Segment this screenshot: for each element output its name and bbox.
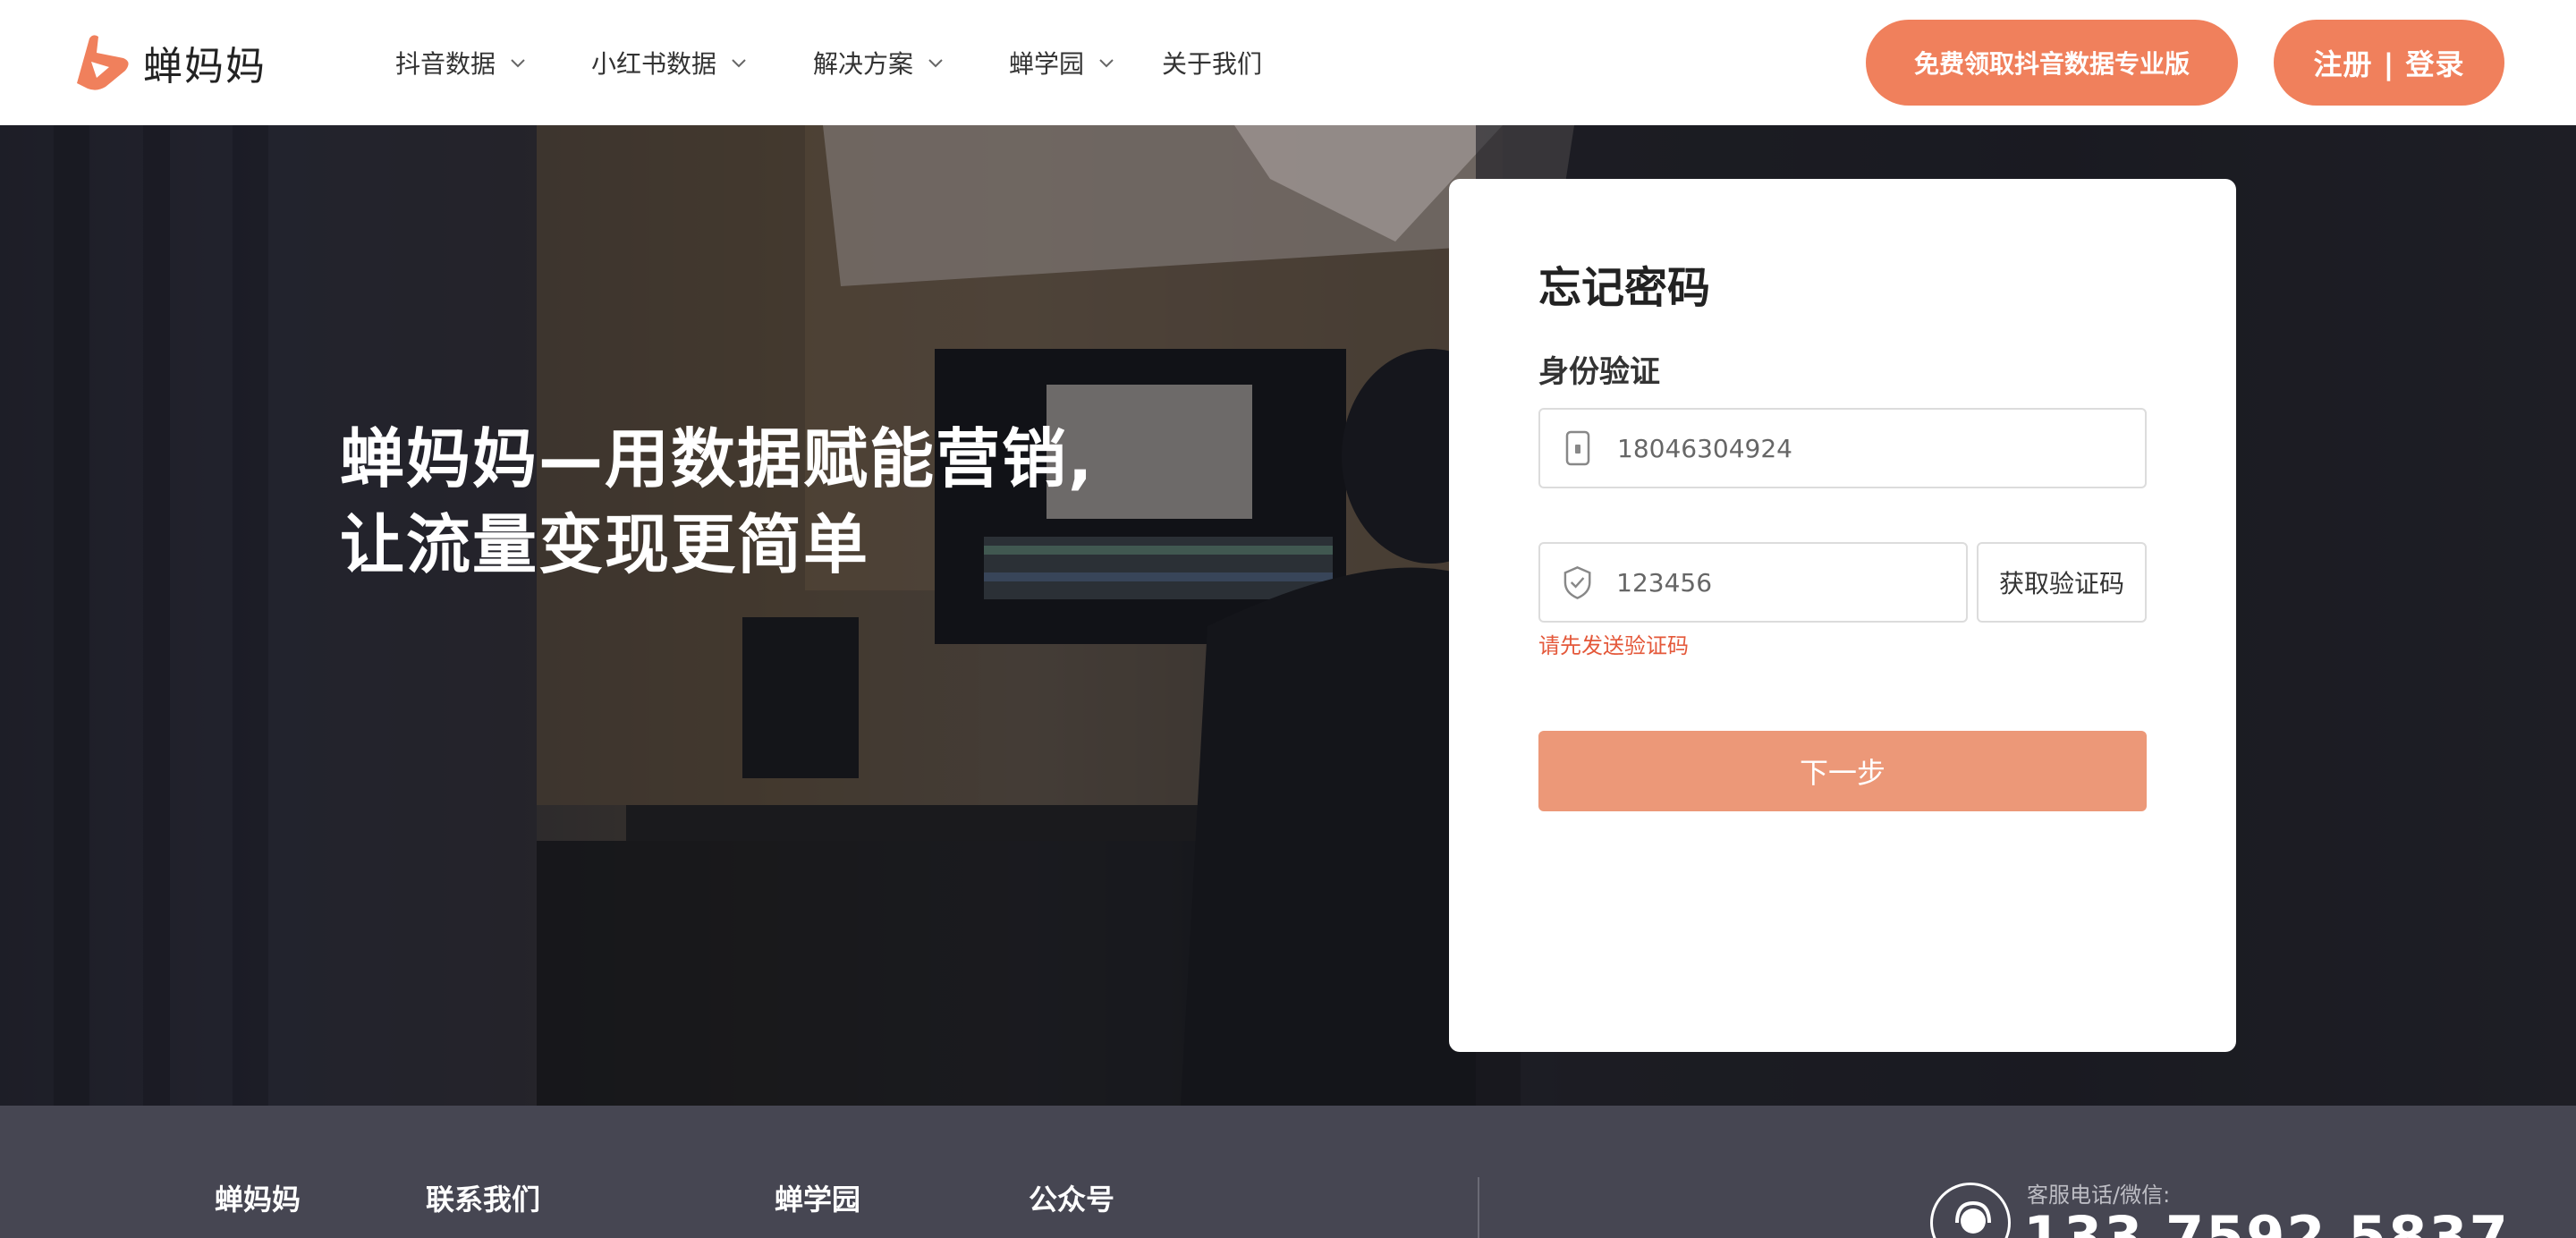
nav-label: 解决方案: [813, 49, 914, 79]
phone-icon: [1565, 430, 1590, 466]
nav-about-us[interactable]: 关于我们: [1162, 0, 1262, 125]
customer-service-icon: [1930, 1183, 2011, 1238]
register-login-button[interactable]: 注册 | 登录: [2274, 20, 2504, 106]
nav-academy[interactable]: 蝉学园: [1009, 0, 1116, 125]
brand-logo[interactable]: 蝉妈妈: [70, 30, 267, 95]
chevron-down-icon: [928, 59, 943, 68]
cicada-logo-icon: [77, 35, 129, 90]
hero-headline-line1: 蝉妈妈—用数据赋能营销,: [340, 421, 1095, 496]
nav-label: 蝉学园: [1009, 49, 1085, 79]
identity-verification-heading: 身份验证: [1538, 354, 1660, 390]
chevron-down-icon: [1099, 59, 1114, 68]
nav-label: 抖音数据: [395, 49, 496, 79]
verification-code-field[interactable]: [1538, 542, 1968, 623]
support-phone-number: 133 7592 5837: [2023, 1204, 2510, 1238]
chevron-down-icon: [511, 59, 525, 68]
nav-label: 关于我们: [1162, 49, 1263, 79]
nav-label: 小红书数据: [591, 49, 717, 79]
nav-douyin-data[interactable]: 抖音数据: [395, 0, 528, 125]
top-header: 蝉妈妈 抖音数据 小红书数据 解决方案 蝉学园 关于我们 免费领取抖音数据专业版…: [0, 0, 2576, 125]
phone-input[interactable]: [1617, 433, 1975, 463]
card-title: 忘记密码: [1538, 263, 1711, 313]
footer-col-brand: 蝉妈妈: [215, 1183, 301, 1217]
chevron-down-icon: [732, 59, 746, 68]
footer-col-wechat-account: 公众号: [1029, 1183, 1115, 1217]
get-code-button[interactable]: 获取验证码: [1977, 542, 2147, 623]
brand-name: 蝉妈妈: [143, 44, 267, 89]
free-pro-trial-button[interactable]: 免费领取抖音数据专业版: [1866, 20, 2238, 106]
nav-xiaohongshu-data[interactable]: 小红书数据: [591, 0, 749, 125]
next-step-button[interactable]: 下一步: [1538, 731, 2147, 811]
verification-code-input[interactable]: [1616, 567, 1966, 598]
phone-field[interactable]: [1538, 408, 2147, 488]
hero-headline-line2: 让流量变现更简单: [340, 507, 870, 582]
nav-solutions[interactable]: 解决方案: [813, 0, 945, 125]
shield-check-icon: [1563, 566, 1591, 599]
footer-col-contact: 联系我们: [426, 1183, 541, 1217]
forgot-password-card: 忘记密码 身份验证 获取验证码 请先发送验证码 下一步: [1449, 179, 2236, 1052]
footer-divider: [1478, 1177, 1479, 1238]
footer-col-academy: 蝉学园: [775, 1183, 861, 1217]
site-footer: 蝉妈妈 联系我们 蝉学园 公众号 客服电话/微信: 133 7592 5837: [0, 1106, 2576, 1238]
hero-headline: 蝉妈妈—用数据赋能营销, 让流量变现更简单: [340, 416, 1094, 588]
error-message: 请先发送验证码: [1538, 633, 1689, 658]
